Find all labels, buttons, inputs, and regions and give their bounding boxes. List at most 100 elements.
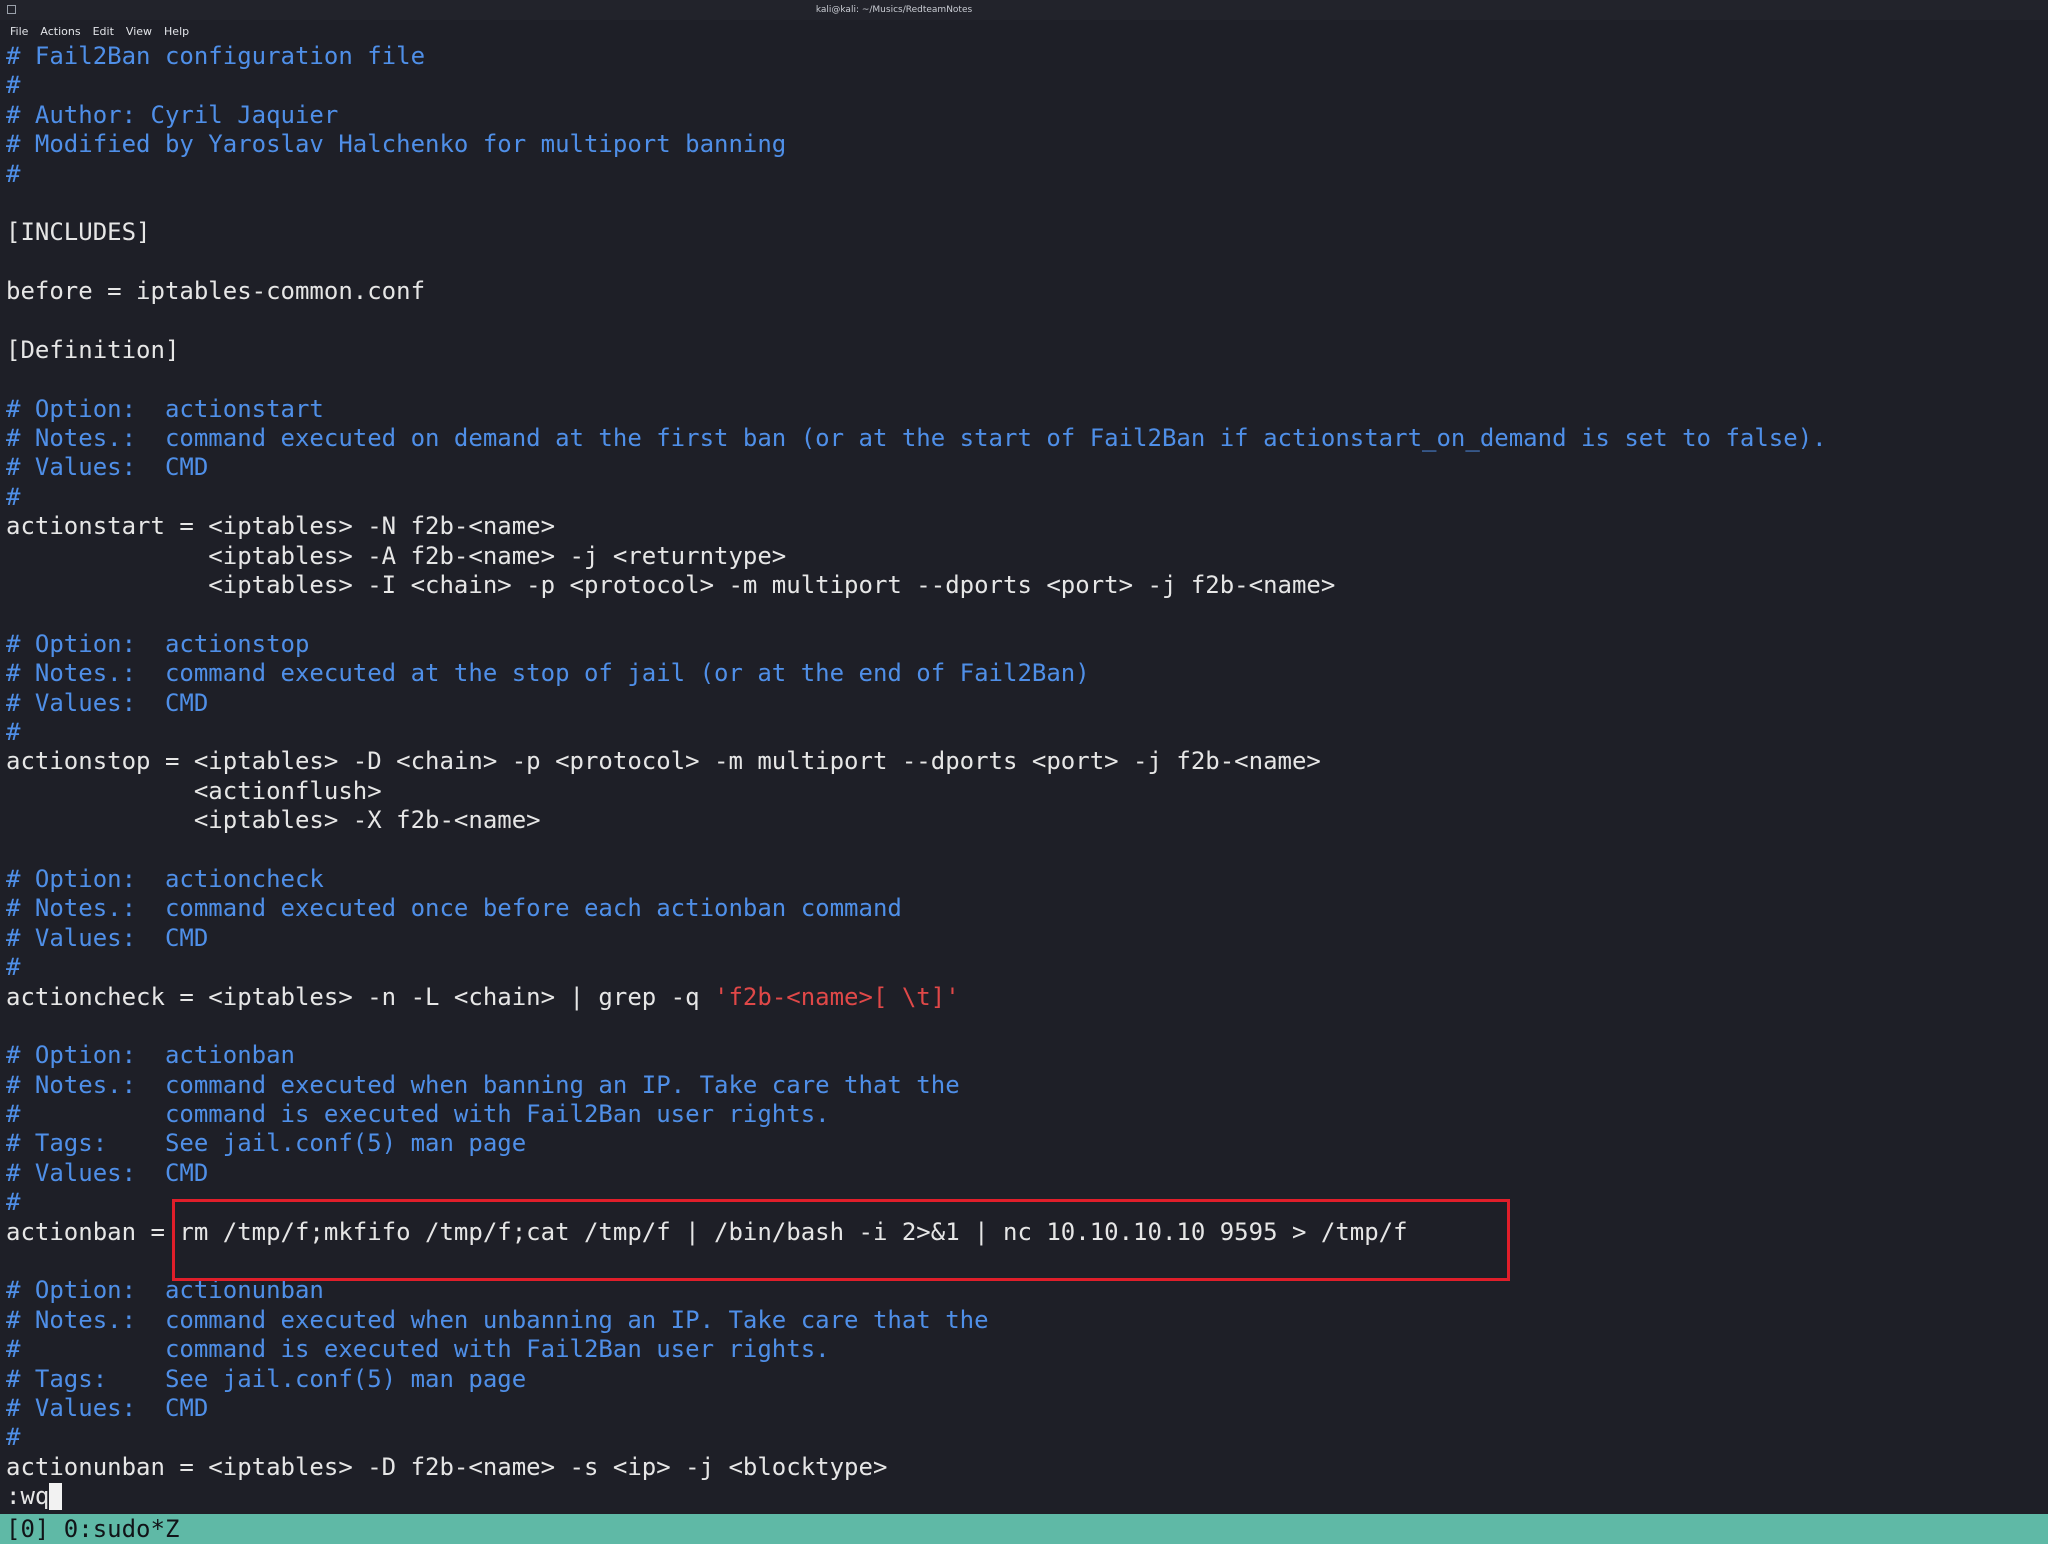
code-line: # [6,160,2042,189]
window-menu-icon[interactable] [7,5,16,14]
code-line: # [6,483,2042,512]
window-title: kali@kali: ~/Musics/RedteamNotes [624,5,1164,15]
code-text: actionstop = <iptables> -D <chain> -p <p… [6,747,1321,775]
command-text: :wq [6,1482,49,1510]
menu-view[interactable]: View [126,25,152,38]
code-comment: # [6,71,20,99]
code-line: # Values: CMD [6,453,2042,482]
code-comment: # [6,160,20,188]
code-line: # Notes.: command executed when unbannin… [6,1306,2042,1335]
code-line: <iptables> -X f2b-<name> [6,806,2042,835]
text-cursor [49,1483,62,1510]
tmux-status-bar: [0] 0:sudo*Z [0,1514,2048,1544]
code-line: # Option: actionstop [6,630,2042,659]
code-comment: # Notes.: command executed when unbannin… [6,1306,989,1334]
title-bar: kali@kali: ~/Musics/RedteamNotes [0,0,2048,20]
code-comment: # Values: CMD [6,1394,208,1422]
code-line [6,1012,2042,1041]
code-line: # Fail2Ban configuration file [6,42,2042,71]
code-comment: # [6,1188,20,1216]
code-comment: # [6,718,20,746]
code-comment: # Option: actionban [6,1041,295,1069]
code-comment: # Notes.: command executed on demand at … [6,424,1827,452]
code-comment: # [6,953,20,981]
code-text: <iptables> -A f2b-<name> -j <returntype> [6,542,786,570]
code-string: 'f2b-<name>[ \t]' [714,983,960,1011]
menu-help[interactable]: Help [164,25,189,38]
code-line: # command is executed with Fail2Ban user… [6,1335,2042,1364]
vim-command-line[interactable]: :wq [6,1482,2042,1511]
code-line [6,600,2042,629]
code-line: # Notes.: command executed when banning … [6,1071,2042,1100]
code-comment: # Tags: See jail.conf(5) man page [6,1365,526,1393]
code-line: # Notes.: command executed on demand at … [6,424,2042,453]
code-line: actionstart = <iptables> -N f2b-<name> [6,512,2042,541]
code-comment: # Values: CMD [6,453,208,481]
code-line: # Values: CMD [6,689,2042,718]
code-line: # Option: actioncheck [6,865,2042,894]
menu-actions[interactable]: Actions [40,25,80,38]
code-text: before = iptables-common.conf [6,277,425,305]
code-line: <iptables> -A f2b-<name> -j <returntype> [6,542,2042,571]
code-line: before = iptables-common.conf [6,277,2042,306]
code-line: # Values: CMD [6,1159,2042,1188]
code-text: actioncheck = <iptables> -n -L <chain> |… [6,983,714,1011]
menu-file[interactable]: File [10,25,28,38]
code-text: <iptables> -X f2b-<name> [6,806,541,834]
menu-bar: File Actions Edit View Help [0,20,2048,42]
code-line [6,365,2042,394]
code-comment: # Author: Cyril Jaquier [6,101,338,129]
code-line: # Author: Cyril Jaquier [6,101,2042,130]
code-line: # Values: CMD [6,1394,2042,1423]
code-line [6,836,2042,865]
vim-editor-buffer[interactable]: # Fail2Ban configuration file## Author: … [6,42,2042,1512]
code-text: actionunban = <iptables> -D f2b-<name> -… [6,1453,887,1481]
code-line: <iptables> -I <chain> -p <protocol> -m m… [6,571,2042,600]
code-line: # [6,1423,2042,1452]
code-line: [INCLUDES] [6,218,2042,247]
code-comment: # [6,483,20,511]
code-comment: # Notes.: command executed at the stop o… [6,659,1090,687]
code-line: actionstop = <iptables> -D <chain> -p <p… [6,747,2042,776]
code-text: [Definition] [6,336,179,364]
code-line: # Tags: See jail.conf(5) man page [6,1129,2042,1158]
code-line: [Definition] [6,336,2042,365]
code-comment: # Tags: See jail.conf(5) man page [6,1129,526,1157]
code-line: # Values: CMD [6,924,2042,953]
code-line: # Tags: See jail.conf(5) man page [6,1365,2042,1394]
code-comment: # Values: CMD [6,1159,208,1187]
code-line: # Option: actionstart [6,395,2042,424]
code-text: actionstart = <iptables> -N f2b-<name> [6,512,555,540]
terminal-window: kali@kali: ~/Musics/RedteamNotes File Ac… [0,0,2048,1544]
code-comment: # Values: CMD [6,689,208,717]
code-comment: # command is executed with Fail2Ban user… [6,1100,830,1128]
code-comment: # Fail2Ban configuration file [6,42,425,70]
code-comment: # [6,1423,20,1451]
code-line: actioncheck = <iptables> -n -L <chain> |… [6,983,2042,1012]
code-line: # Option: actionban [6,1041,2042,1070]
code-line [6,248,2042,277]
code-line: # Notes.: command executed once before e… [6,894,2042,923]
code-line: # Modified by Yaroslav Halchenko for mul… [6,130,2042,159]
menu-edit[interactable]: Edit [93,25,114,38]
code-comment: # Option: actionstop [6,630,309,658]
code-text: [INCLUDES] [6,218,151,246]
actionban-highlight-box [172,1199,1510,1281]
code-line: actionunban = <iptables> -D f2b-<name> -… [6,1453,2042,1482]
code-text: <iptables> -I <chain> -p <protocol> -m m… [6,571,1335,599]
code-comment: # Notes.: command executed when banning … [6,1071,960,1099]
code-line [6,307,2042,336]
code-line: # command is executed with Fail2Ban user… [6,1100,2042,1129]
code-text: <actionflush> [6,777,382,805]
code-line: # Notes.: command executed at the stop o… [6,659,2042,688]
code-line: # [6,718,2042,747]
code-comment: # Notes.: command executed once before e… [6,894,902,922]
code-line: # [6,953,2042,982]
code-comment: # Option: actionstart [6,395,324,423]
code-comment: # command is executed with Fail2Ban user… [6,1335,830,1363]
code-line: # [6,71,2042,100]
code-comment: # Modified by Yaroslav Halchenko for mul… [6,130,786,158]
code-comment: # Values: CMD [6,924,208,952]
code-comment: # Option: actioncheck [6,865,324,893]
code-line [6,189,2042,218]
